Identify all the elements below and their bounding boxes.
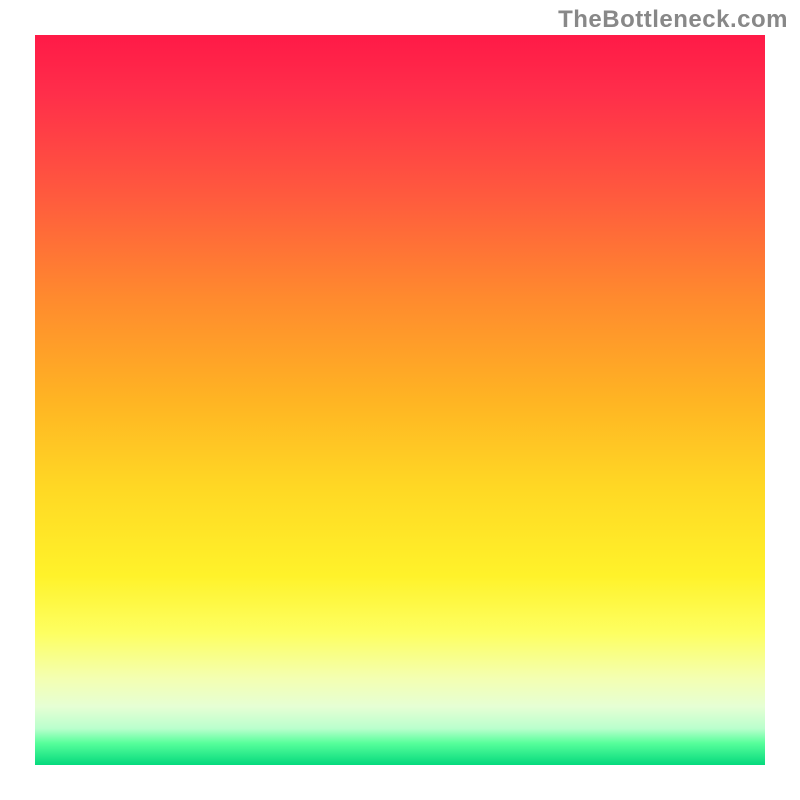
heat-gradient [35, 35, 765, 765]
chart-container: TheBottleneck.com [0, 0, 800, 800]
plot-area [35, 35, 765, 765]
watermark-text: TheBottleneck.com [558, 6, 788, 34]
